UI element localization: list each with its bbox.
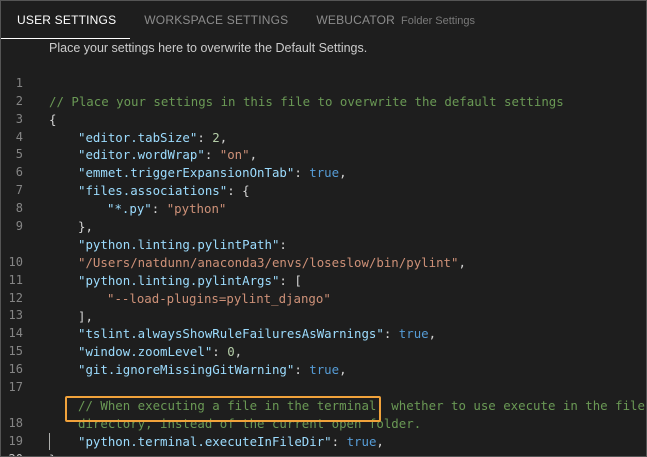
code-line-wrapped[interactable]: "/Users/natdunn/anaconda3/envs/loseslow/…: [1, 218, 646, 270]
tab-folder-settings[interactable]: WEBUCATOR Folder Settings: [302, 1, 489, 39]
code-line[interactable]: 12 ],: [1, 272, 646, 324]
tab-user-settings[interactable]: USER SETTINGS: [1, 1, 131, 39]
tab-workspace-settings[interactable]: WORKSPACE SETTINGS: [130, 1, 302, 39]
line-number: 20: [1, 451, 23, 456]
code-line[interactable]: 7 "*.py": "python": [1, 164, 646, 216]
code-line[interactable]: 17 // When executing a file in the termi…: [1, 361, 646, 413]
code-line[interactable]: 10 "python.linting.pylintArgs": [: [1, 236, 646, 288]
code-line[interactable]: 9 "python.linting.pylintPath":: [1, 200, 646, 252]
code-line[interactable]: 19 }: [1, 415, 646, 456]
code-line[interactable]: 2 {: [1, 75, 646, 127]
settings-hint: Place your settings here to overwrite th…: [49, 41, 368, 55]
code-line-current[interactable]: 20: [1, 432, 646, 456]
code-line[interactable]: 13 "tslint.alwaysShowRuleFailuresAsWarni…: [1, 290, 646, 341]
code-line[interactable]: 11 "--load-plugins=pylint_django": [1, 254, 646, 306]
text-cursor: [49, 432, 50, 450]
tab-user-settings-label: USER SETTINGS: [17, 13, 117, 27]
code-line-wrapped[interactable]: directory, instead of the current open f…: [1, 379, 646, 431]
tab-workspace-settings-label: WORKSPACE SETTINGS: [144, 13, 289, 27]
code-line[interactable]: 4 "editor.wordWrap": "on",: [1, 111, 646, 163]
tab-folder-name: WEBUCATOR: [316, 13, 396, 27]
code-line[interactable]: 16: [1, 343, 646, 376]
code-line[interactable]: 15 "git.ignoreMissingGitWarning": true,: [1, 325, 646, 377]
punctuation: }: [49, 451, 56, 456]
code-line[interactable]: 1 // Place your settings in this file to…: [1, 57, 646, 109]
code-line[interactable]: 3 "editor.tabSize": 2,: [1, 93, 646, 145]
code-line[interactable]: 14 "window.zoomLevel": 0,: [1, 307, 646, 359]
settings-editor-window: USER SETTINGS WORKSPACE SETTINGS WEBUCAT…: [0, 0, 647, 457]
code-line[interactable]: 5 "emmet.triggerExpansionOnTab": true,: [1, 129, 646, 180]
tab-folder-sublabel: Folder Settings: [401, 15, 476, 27]
code-editor[interactable]: 1 // Place your settings in this file to…: [1, 57, 646, 456]
code-line[interactable]: 8 },: [1, 182, 646, 234]
code-line[interactable]: 6 "files.associations": {: [1, 146, 646, 198]
settings-tab-bar: USER SETTINGS WORKSPACE SETTINGS WEBUCAT…: [1, 1, 646, 39]
code-line-highlighted[interactable]: 18 "python.terminal.executeInFileDir": t…: [1, 397, 646, 449]
